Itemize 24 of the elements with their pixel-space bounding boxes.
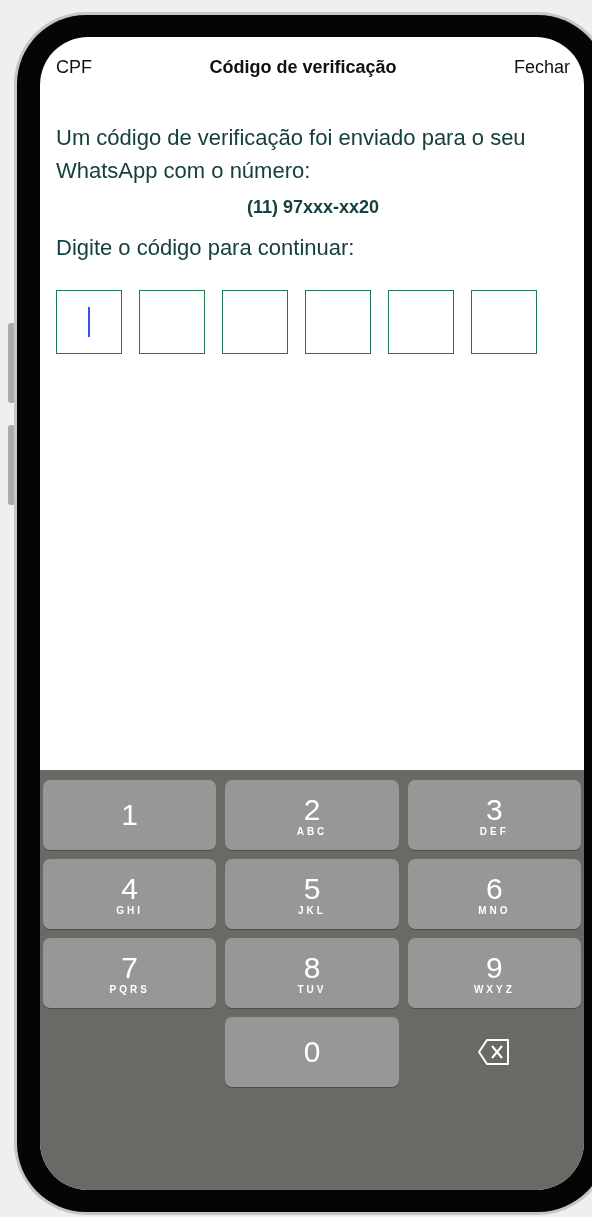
code-digit-field[interactable] — [139, 290, 205, 354]
backspace-button[interactable] — [477, 1038, 512, 1066]
keypad-key[interactable]: 7 PQRS — [43, 938, 217, 1008]
message-text: Um código de verificação foi enviado para o seu WhatsApp com o número: — [56, 124, 527, 185]
keypad-key[interactable]: 0 — [225, 1017, 399, 1087]
keypad-key[interactable]: 5 JKL — [225, 859, 399, 929]
keypad-key[interactable]: 2 ABC — [225, 780, 399, 850]
prompt-text: Digite o código para continuar: — [56, 234, 356, 262]
backspace-icon — [477, 1038, 512, 1066]
screen-title: Código de verificação — [209, 57, 397, 78]
close-button[interactable]: Fechar — [513, 57, 570, 78]
keypad-key[interactable]: 8 TUV — [225, 938, 399, 1008]
code-digit-field[interactable] — [56, 290, 122, 354]
code-digit-field[interactable] — [471, 290, 537, 354]
phone-number: (11) 97xxx-xx20 — [245, 197, 381, 218]
keypad-key[interactable]: 9 WXYZ — [407, 938, 581, 1008]
code-digit-field[interactable] — [222, 290, 288, 354]
code-digit-field[interactable] — [388, 290, 454, 354]
code-digit-field[interactable] — [305, 290, 371, 354]
keypad-key[interactable]: 6 MNO — [407, 859, 581, 929]
keypad-key[interactable]: 4 GHI — [43, 859, 217, 929]
keypad-key[interactable]: 3 DEF — [407, 780, 581, 850]
keypad-key[interactable]: 1 — [43, 780, 217, 850]
cpf-button[interactable]: CPF — [56, 57, 92, 78]
